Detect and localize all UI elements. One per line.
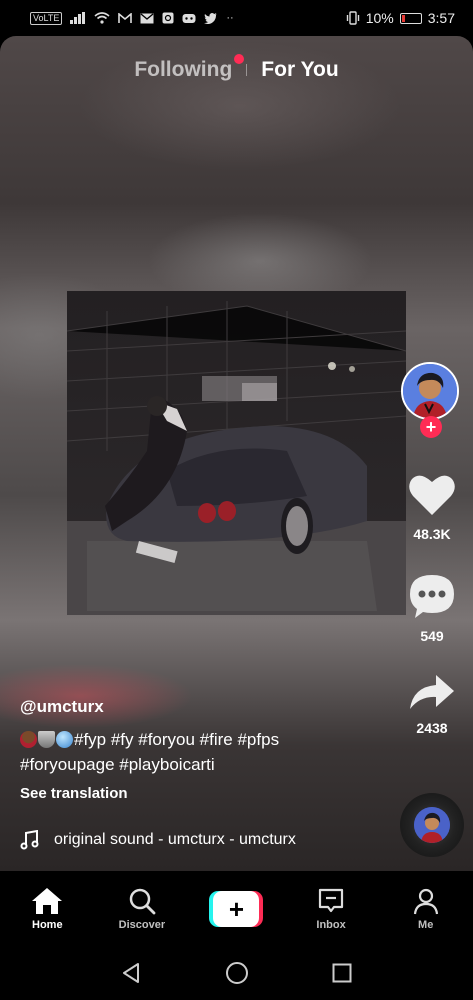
bottom-nav: Home Discover + Inbox Me	[0, 871, 473, 946]
tornado-emoji	[38, 731, 55, 748]
share-button[interactable]: 2438	[397, 673, 467, 736]
status-bar-left: VoLTE ··	[30, 11, 234, 25]
comment-count: 549	[420, 628, 444, 644]
create-plus-symbol: +	[213, 890, 260, 927]
comment-button[interactable]: 549	[397, 573, 467, 644]
nav-discover-label: Discover	[118, 918, 166, 931]
nav-inbox[interactable]: Inbox	[291, 887, 371, 931]
video-image	[67, 291, 406, 615]
see-translation-link[interactable]: See translation	[20, 785, 380, 802]
heart-icon	[409, 475, 455, 515]
profile-icon	[413, 888, 438, 914]
status-bar-right: 10% 3:57	[346, 10, 455, 26]
music-note-icon	[20, 830, 39, 850]
creator-avatar[interactable]	[401, 362, 459, 420]
caption-text: #fyp #fy #foryou #fire #pfps #foryoupage…	[20, 727, 380, 777]
share-arrow-icon	[410, 675, 454, 709]
tab-following-label: Following	[134, 58, 233, 81]
nav-home-label: Home	[32, 918, 63, 931]
volte-icon: VoLTE	[30, 11, 63, 25]
share-count: 2438	[416, 720, 448, 736]
sound-label: original sound - umcturx - umcturx	[54, 831, 296, 848]
tab-divider	[246, 64, 248, 76]
sound-disc[interactable]	[400, 793, 464, 857]
video-player[interactable]: Following For You + 48.3K 549 2438 @umct…	[0, 36, 473, 871]
nav-home[interactable]: Home	[7, 887, 87, 931]
crystal-ball-emoji	[56, 731, 73, 748]
home-circle-icon[interactable]	[225, 961, 249, 985]
create-plus-icon: +	[209, 890, 264, 927]
tab-following[interactable]: Following	[134, 54, 245, 82]
hashtags-line1[interactable]: #fyp #fy #foryou #fire #pfps	[74, 730, 279, 749]
battery-icon	[399, 12, 422, 24]
nav-create[interactable]: +	[196, 890, 276, 927]
instagram-icon	[162, 12, 174, 24]
recents-icon[interactable]	[332, 963, 352, 983]
mail-icon	[140, 13, 154, 23]
video-caption: @umcturx #fyp #fy #foryou #fire #pfps #f…	[20, 697, 380, 802]
more-icon: ··	[226, 12, 234, 24]
person-emoji	[20, 731, 37, 748]
twitter-icon	[204, 13, 218, 24]
back-icon[interactable]	[121, 962, 143, 984]
nav-me-label: Me	[418, 918, 434, 931]
signal-icon	[70, 12, 86, 24]
status-bar: VoLTE ·· 10% 3:57	[0, 0, 473, 36]
like-button[interactable]: 48.3K	[397, 473, 467, 542]
system-nav-bar	[0, 946, 473, 1000]
comment-icon	[410, 575, 454, 618]
nav-discover[interactable]: Discover	[102, 887, 182, 931]
sound-info[interactable]: original sound - umcturx - umcturx	[20, 830, 296, 850]
home-icon	[32, 887, 63, 914]
clock: 3:57	[427, 10, 455, 26]
avatar-image	[403, 364, 457, 418]
nav-inbox-label: Inbox	[316, 918, 346, 931]
inbox-icon	[318, 888, 344, 912]
gmail-icon	[118, 12, 133, 23]
creator-username[interactable]: @umcturx	[20, 697, 380, 717]
vibrate-icon	[346, 11, 359, 25]
car-photo	[67, 291, 406, 615]
hashtags-line2[interactable]: #foryoupage #playboicarti	[20, 755, 215, 774]
follow-button[interactable]: +	[420, 416, 442, 438]
tab-for-you[interactable]: For You	[261, 58, 338, 82]
battery-percent: 10%	[365, 10, 394, 26]
notification-dot	[234, 54, 245, 64]
nav-me[interactable]: Me	[386, 887, 466, 931]
feed-tabs: Following For You	[0, 54, 473, 82]
wifi-icon	[94, 12, 110, 24]
search-icon	[129, 888, 156, 914]
sound-disc-avatar	[414, 807, 450, 843]
like-count: 48.3K	[413, 526, 451, 542]
discord-icon	[182, 13, 196, 23]
